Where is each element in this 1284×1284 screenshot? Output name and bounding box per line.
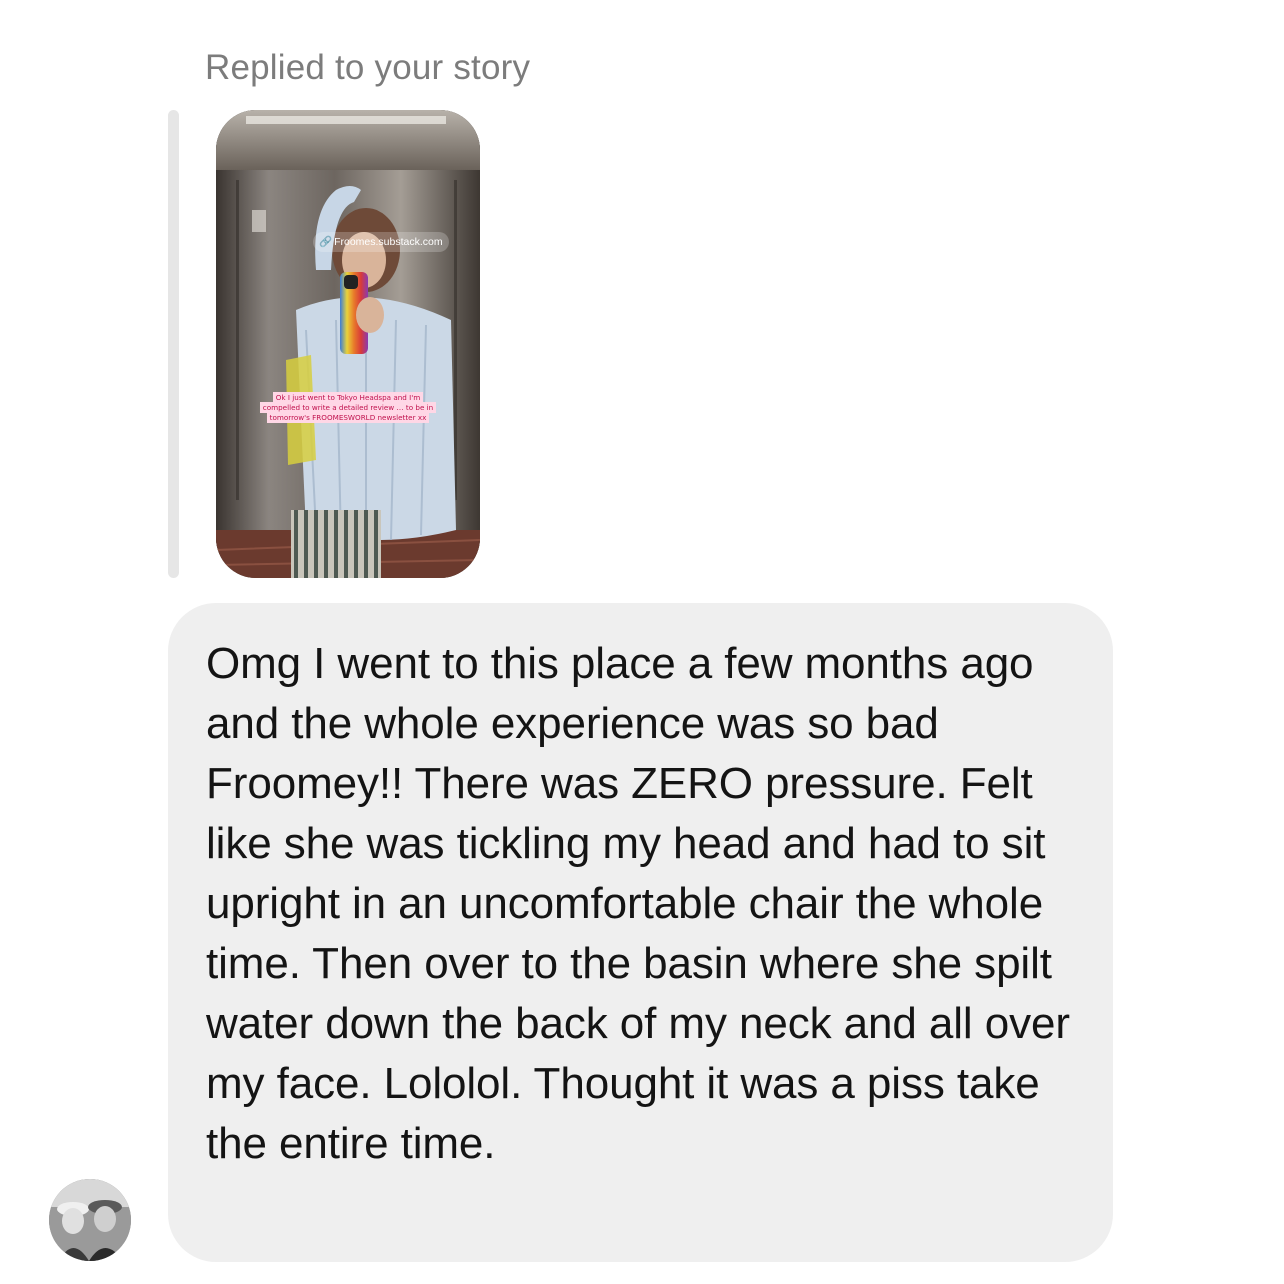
story-link-sticker[interactable]: 🔗 Froomes.substack.com — [313, 232, 449, 252]
profile-photo-avatar-icon — [49, 1179, 131, 1261]
elevator-selfie-image — [216, 110, 480, 578]
story-preview-thumbnail[interactable]: 🔗 Froomes.substack.com Ok I just went to … — [216, 110, 480, 578]
story-link-text: Froomes.substack.com — [334, 236, 443, 248]
reply-context-label: Replied to your story — [205, 48, 531, 87]
story-caption-text: Ok I just went to Tokyo Headspa and I'm … — [259, 392, 437, 423]
received-message-bubble[interactable]: Omg I went to this place a few months ag… — [168, 603, 1113, 1262]
reply-quote-bar — [168, 110, 179, 578]
dm-thread: Replied to your story 🔗 Froomes.substack… — [0, 0, 1284, 1284]
story-caption-sticker: Ok I just went to Tokyo Headspa and I'm … — [258, 392, 438, 423]
link-icon: 🔗 — [319, 236, 333, 248]
sender-avatar[interactable] — [49, 1179, 131, 1261]
message-text: Omg I went to this place a few months ag… — [206, 639, 1070, 1168]
